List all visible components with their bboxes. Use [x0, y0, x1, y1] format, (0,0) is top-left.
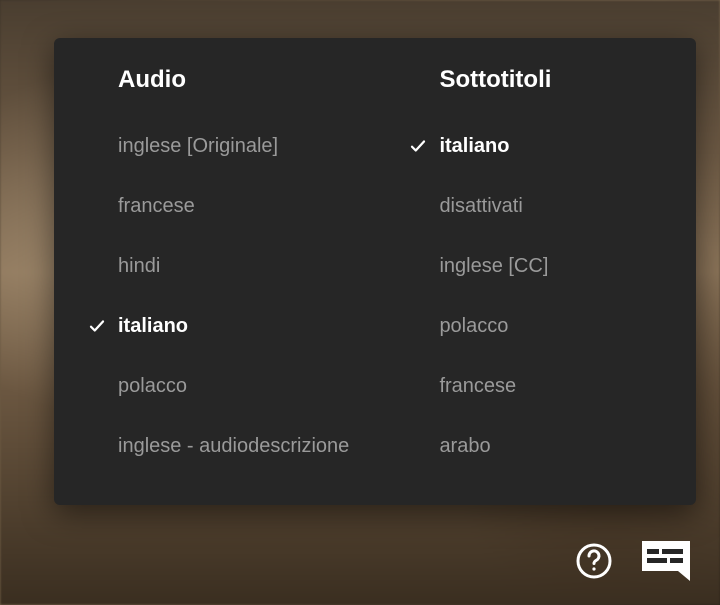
audio-option-label: inglese - audiodescrizione — [118, 434, 349, 458]
audio-option[interactable]: francese — [88, 176, 409, 236]
subtitle-option[interactable]: italiano — [409, 116, 662, 176]
audio-subtitles-panel: Audio inglese [Originale] francese hindi it… — [54, 38, 696, 505]
subtitles-options-list: italiano disattivati inglese [CC] polacco fr… — [409, 116, 662, 476]
subtitle-option[interactable]: polacco — [409, 296, 662, 356]
audio-option-label: francese — [118, 194, 195, 218]
subtitle-option-label: inglese [CC] — [439, 254, 548, 278]
audio-option[interactable]: hindi — [88, 236, 409, 296]
subtitle-option[interactable]: inglese [CC] — [409, 236, 662, 296]
audio-option[interactable]: polacco — [88, 356, 409, 416]
subtitle-option-label: italiano — [439, 134, 509, 158]
check-icon — [88, 317, 118, 335]
audio-option-label: polacco — [118, 374, 187, 398]
footer-controls — [574, 539, 696, 583]
subtitles-icon — [640, 539, 696, 583]
audio-options-list: inglese [Originale] francese hindi italiano… — [88, 116, 409, 476]
audio-option[interactable]: inglese - audiodescrizione — [88, 416, 409, 476]
subtitles-column: Sottotitoli italiano disattivati inglese [… — [409, 66, 662, 487]
subtitle-option-label: arabo — [439, 434, 490, 458]
audio-option[interactable]: inglese [Originale] — [88, 116, 409, 176]
audio-title: Audio — [88, 66, 409, 94]
subtitles-button[interactable] — [640, 539, 696, 583]
audio-option-label: italiano — [118, 314, 188, 338]
help-button[interactable] — [574, 541, 614, 581]
subtitle-option-label: disattivati — [439, 194, 522, 218]
subtitle-option[interactable]: arabo — [409, 416, 662, 476]
subtitle-option-label: francese — [439, 374, 516, 398]
audio-column: Audio inglese [Originale] francese hindi it… — [88, 66, 409, 487]
subtitle-option[interactable]: disattivati — [409, 176, 662, 236]
audio-option-label: hindi — [118, 254, 160, 278]
audio-option[interactable]: italiano — [88, 296, 409, 356]
help-icon — [574, 541, 614, 581]
subtitle-option[interactable]: francese — [409, 356, 662, 416]
check-icon — [409, 137, 439, 155]
subtitle-option-label: polacco — [439, 314, 508, 338]
audio-option-label: inglese [Originale] — [118, 134, 278, 158]
subtitles-title: Sottotitoli — [409, 66, 662, 94]
